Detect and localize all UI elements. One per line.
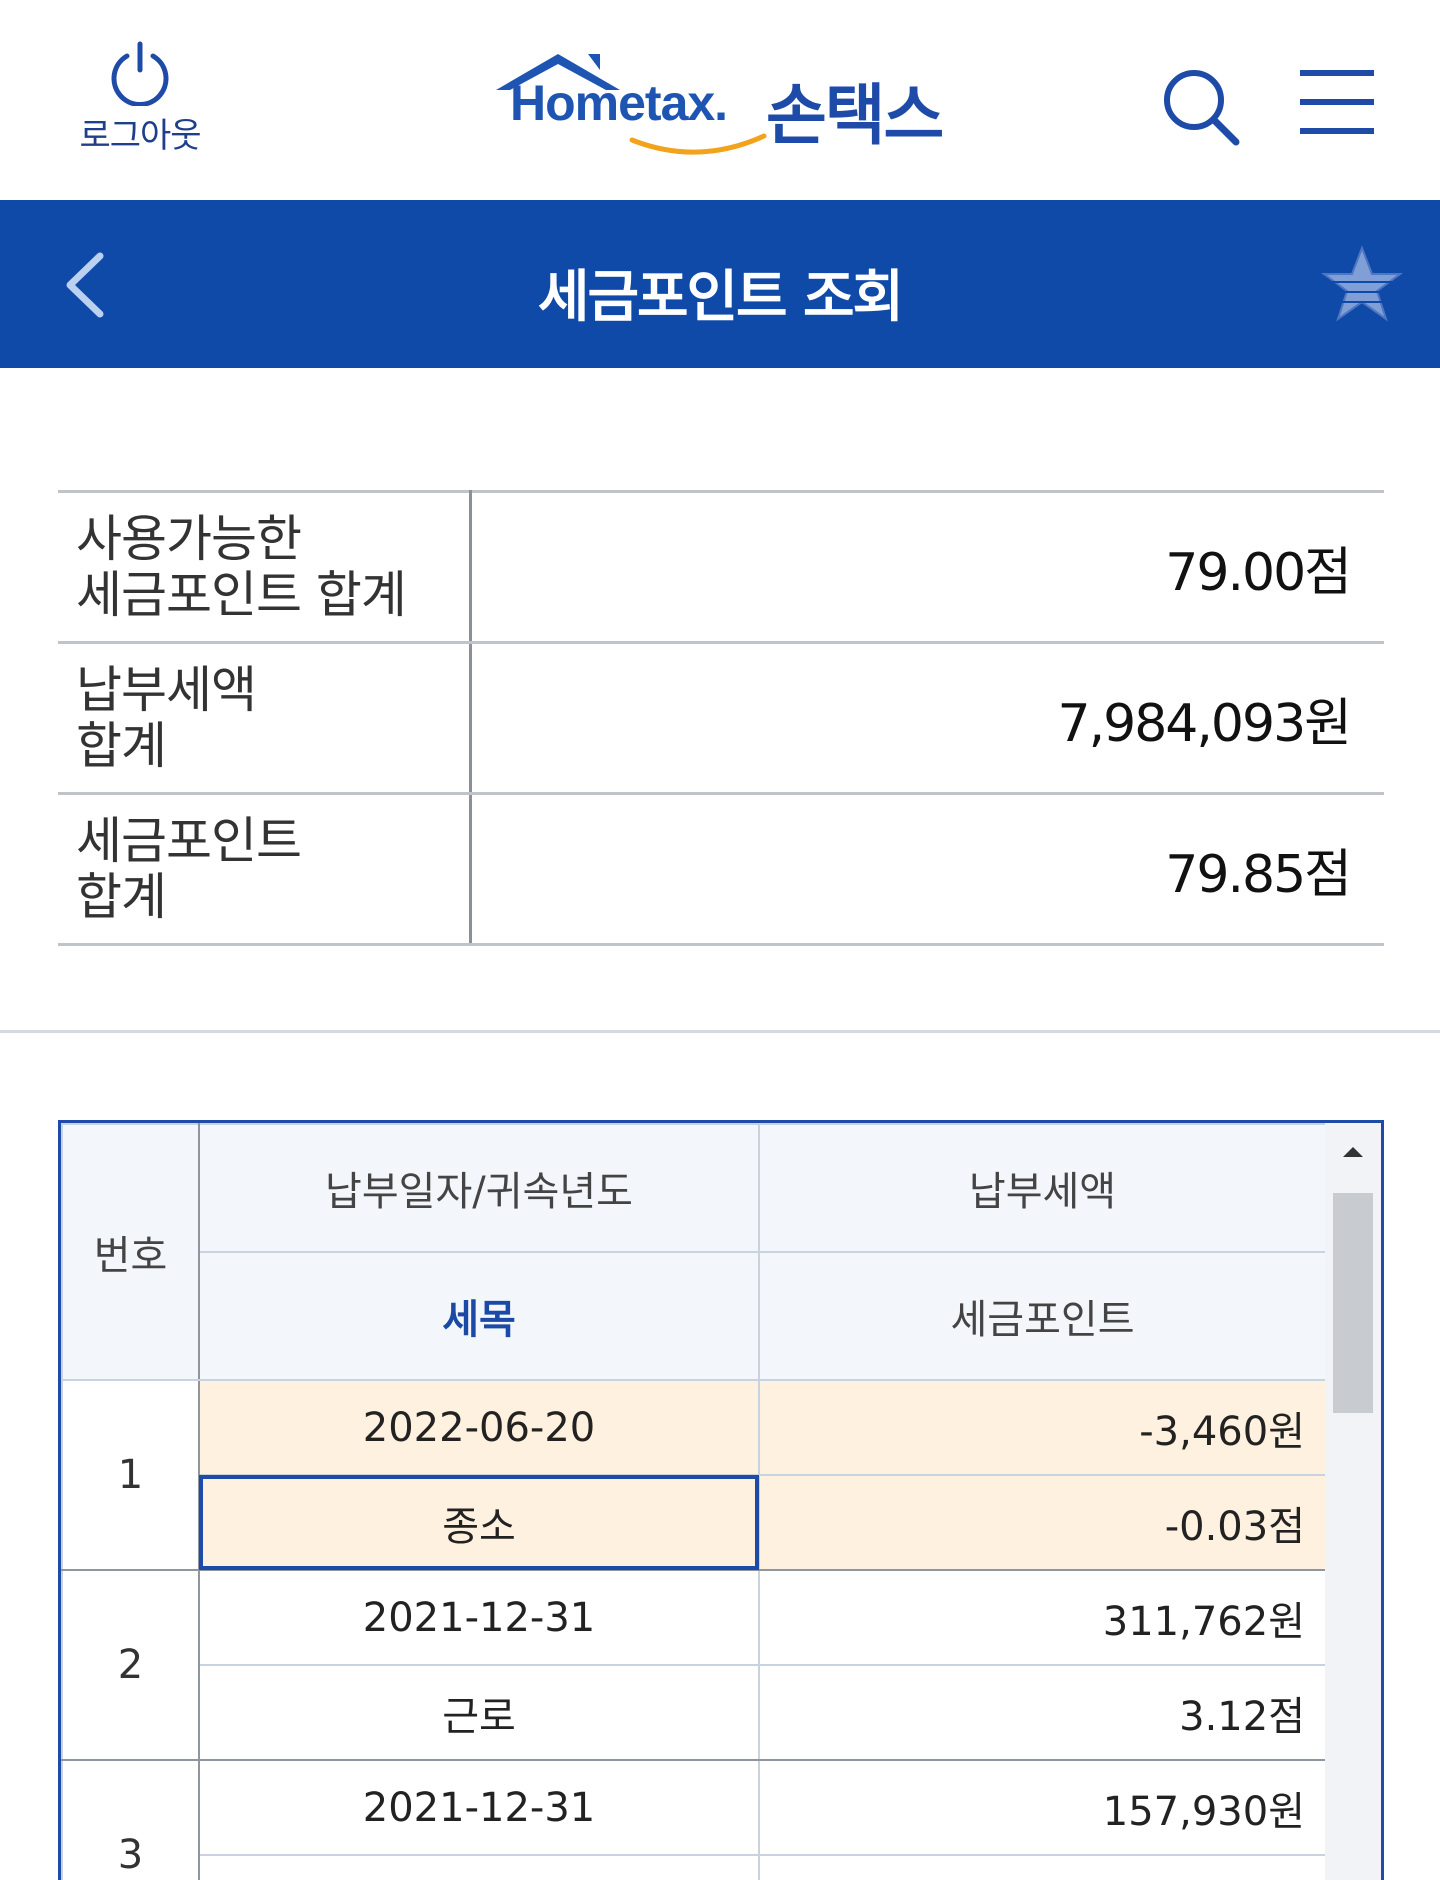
cell-date[interactable]: 2022-06-20	[198, 1379, 760, 1476]
row-number[interactable]: 1	[61, 1379, 200, 1571]
points-grid[interactable]: 번호 납부일자/귀속년도 납부세액 세목 세금포인트 1 2022-06-20 …	[58, 1120, 1384, 1880]
menu-button[interactable]	[1300, 66, 1374, 142]
page-title: 세금포인트 조회	[537, 265, 904, 330]
cell-points[interactable]: 3.12점	[758, 1664, 1327, 1761]
summary-value: 79.85점	[470, 792, 1384, 946]
points-grid-table: 번호 납부일자/귀속년도 납부세액 세목 세금포인트 1 2022-06-20 …	[61, 1123, 1327, 1880]
summary-label-line2: 합계	[76, 717, 167, 775]
top-bar: 로그아웃 Hometax. 손택스	[0, 0, 1440, 200]
summary-row-tax-paid: 납부세액 합계 7,984,093원	[58, 641, 1384, 795]
cell-points[interactable]	[758, 1854, 1327, 1880]
summary-label-line1: 납부세액	[76, 661, 257, 719]
favorite-button[interactable]	[1320, 244, 1404, 328]
title-bar: 세금포인트 조회	[0, 200, 1440, 368]
scroll-up-icon[interactable]	[1341, 1145, 1365, 1161]
table-row[interactable]: 근로 3.12점	[62, 1664, 1327, 1761]
logout-label: 로그아웃	[79, 116, 201, 156]
summary-label-line2: 세금포인트 합계	[76, 566, 407, 624]
table-row[interactable]: 종소 -0.03점	[62, 1474, 1327, 1571]
cell-date[interactable]: 2021-12-31	[198, 1569, 760, 1666]
logo-english: Hometax.	[510, 75, 728, 131]
header-number[interactable]: 번호	[61, 1123, 200, 1381]
logout-button[interactable]: 로그아웃	[70, 40, 210, 157]
search-icon	[1164, 70, 1240, 146]
menu-icon	[1300, 70, 1374, 134]
table-row[interactable]: 3 2021-12-31 157,930원	[61, 1759, 1327, 1880]
row-number[interactable]: 3	[61, 1759, 200, 1880]
summary-value: 7,984,093원	[470, 641, 1384, 795]
header-tax-item[interactable]: 세목	[198, 1251, 760, 1381]
grid-scrollbar[interactable]	[1325, 1123, 1381, 1880]
logo-korean: 손택스	[766, 77, 944, 154]
section-divider	[0, 1030, 1440, 1033]
cell-points[interactable]: -0.03점	[758, 1474, 1327, 1571]
summary-row-available-points: 사용가능한 세금포인트 합계 79.00점	[58, 490, 1384, 644]
summary-value: 79.00점	[470, 490, 1384, 644]
table-row[interactable]	[62, 1854, 1327, 1880]
cell-amount[interactable]: 311,762원	[758, 1569, 1327, 1666]
smile-swoosh-icon	[629, 133, 767, 155]
summary-row-total-points: 세금포인트 합계 79.85점	[58, 792, 1384, 946]
hometax-logo[interactable]: Hometax. 손택스	[488, 50, 968, 160]
cell-amount[interactable]: 157,930원	[758, 1759, 1327, 1856]
search-button[interactable]	[1160, 66, 1242, 150]
power-icon	[111, 41, 169, 106]
summary-label-line1: 세금포인트	[76, 812, 302, 870]
summary-label: 사용가능한 세금포인트 합계	[58, 490, 472, 644]
summary-label-line2: 합계	[76, 868, 167, 926]
table-row[interactable]: 1 2022-06-20 -3,460원	[61, 1379, 1327, 1571]
header-date[interactable]: 납부일자/귀속년도	[198, 1123, 760, 1253]
cell-tax-item[interactable]: 종소	[198, 1474, 760, 1571]
header-points[interactable]: 세금포인트	[758, 1251, 1327, 1381]
table-row[interactable]: 2 2021-12-31 311,762원	[61, 1569, 1327, 1761]
grid-header-row: 번호 납부일자/귀속년도 납부세액	[61, 1123, 1327, 1381]
grid-subheader-row: 세목 세금포인트	[62, 1251, 1327, 1381]
cell-tax-item[interactable]	[198, 1854, 760, 1880]
scroll-thumb[interactable]	[1333, 1193, 1373, 1413]
summary-table: 사용가능한 세금포인트 합계 79.00점 납부세액 합계 7,984,093원…	[58, 490, 1384, 946]
summary-label: 납부세액 합계	[58, 641, 472, 795]
summary-label: 세금포인트 합계	[58, 792, 472, 946]
cell-tax-item[interactable]: 근로	[198, 1664, 760, 1761]
cell-amount[interactable]: -3,460원	[758, 1379, 1327, 1476]
header-amount[interactable]: 납부세액	[758, 1123, 1327, 1253]
summary-label-line1: 사용가능한	[76, 510, 302, 568]
cell-date[interactable]: 2021-12-31	[198, 1759, 760, 1856]
row-number[interactable]: 2	[61, 1569, 200, 1761]
star-icon	[1320, 245, 1404, 322]
